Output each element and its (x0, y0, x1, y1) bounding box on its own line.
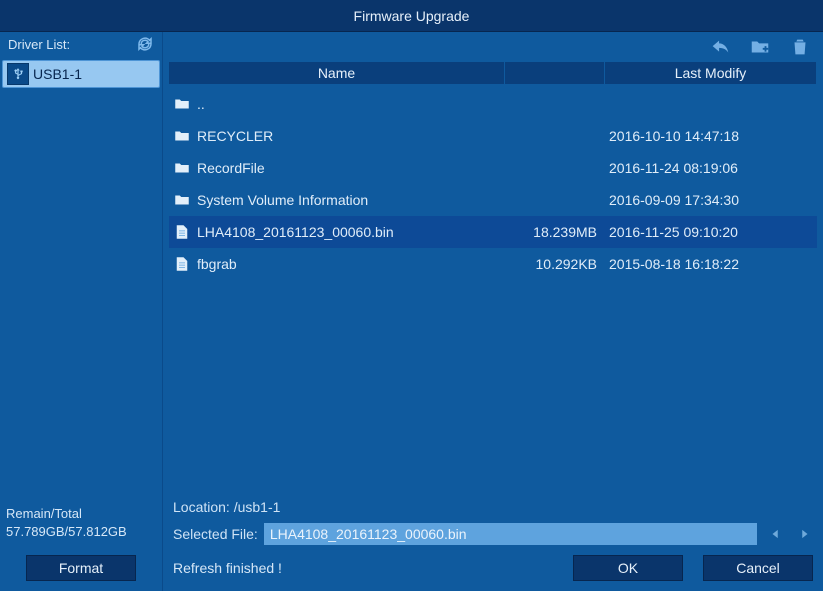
file-name: .. (197, 96, 509, 112)
file-toolbar (163, 32, 823, 62)
selected-file-label: Selected File: (173, 526, 258, 542)
column-name[interactable]: Name (169, 62, 505, 84)
driver-list-label: Driver List: (8, 37, 70, 52)
file-row[interactable]: RecordFile 2016-11-24 08:19:06 (169, 152, 817, 184)
file-name: fbgrab (197, 256, 509, 272)
folder-icon (171, 157, 193, 179)
location-value: /usb1-1 (234, 499, 281, 515)
file-icon (171, 253, 193, 275)
ok-button[interactable]: OK (573, 555, 683, 581)
prev-icon[interactable] (767, 525, 785, 543)
file-size: 18.239MB (509, 224, 609, 240)
sidebar: Driver List: USB1-1 Remain/Total 57.789G… (0, 32, 163, 591)
driver-item-label: USB1-1 (33, 66, 82, 82)
back-icon[interactable] (709, 36, 731, 58)
window-title: Firmware Upgrade (354, 8, 470, 24)
file-modify: 2016-10-10 14:47:18 (609, 128, 815, 144)
column-size[interactable] (505, 62, 605, 84)
folder-icon (171, 93, 193, 115)
selected-file-input[interactable] (264, 523, 757, 545)
file-name: RECYCLER (197, 128, 509, 144)
file-modify: 2016-11-25 09:10:20 (609, 224, 815, 240)
file-list: .. RECYCLER 2016-10-10 14:47:18 RecordFile 2… (169, 84, 817, 493)
file-name: RecordFile (197, 160, 509, 176)
new-folder-icon[interactable] (749, 36, 771, 58)
storage-stats-value: 57.789GB/57.812GB (6, 523, 156, 541)
title-bar: Firmware Upgrade (0, 0, 823, 32)
delete-icon[interactable] (789, 36, 811, 58)
folder-icon (171, 125, 193, 147)
file-modify: 2016-11-24 08:19:06 (609, 160, 815, 176)
file-row[interactable]: RECYCLER 2016-10-10 14:47:18 (169, 120, 817, 152)
location-label: Location: (173, 499, 230, 515)
refresh-icon[interactable] (136, 35, 154, 53)
file-name: LHA4108_20161123_00060.bin (197, 224, 509, 240)
file-row[interactable]: LHA4108_20161123_00060.bin18.239MB2016-1… (169, 216, 817, 248)
folder-icon (171, 189, 193, 211)
file-modify: 2016-09-09 17:34:30 (609, 192, 815, 208)
driver-list: USB1-1 (0, 56, 162, 92)
usb-icon (7, 63, 29, 85)
file-size: 10.292KB (509, 256, 609, 272)
format-button[interactable]: Format (26, 555, 136, 581)
cancel-button[interactable]: Cancel (703, 555, 813, 581)
file-row[interactable]: fbgrab10.292KB2015-08-18 16:18:22 (169, 248, 817, 280)
storage-stats-label: Remain/Total (6, 505, 156, 523)
file-modify: 2015-08-18 16:18:22 (609, 256, 815, 272)
file-name: System Volume Information (197, 192, 509, 208)
next-icon[interactable] (795, 525, 813, 543)
file-row[interactable]: System Volume Information 2016-09-09 17:3… (169, 184, 817, 216)
status-text: Refresh finished ! (173, 560, 553, 576)
file-icon (171, 221, 193, 243)
driver-item-usb1-1[interactable]: USB1-1 (2, 60, 160, 88)
